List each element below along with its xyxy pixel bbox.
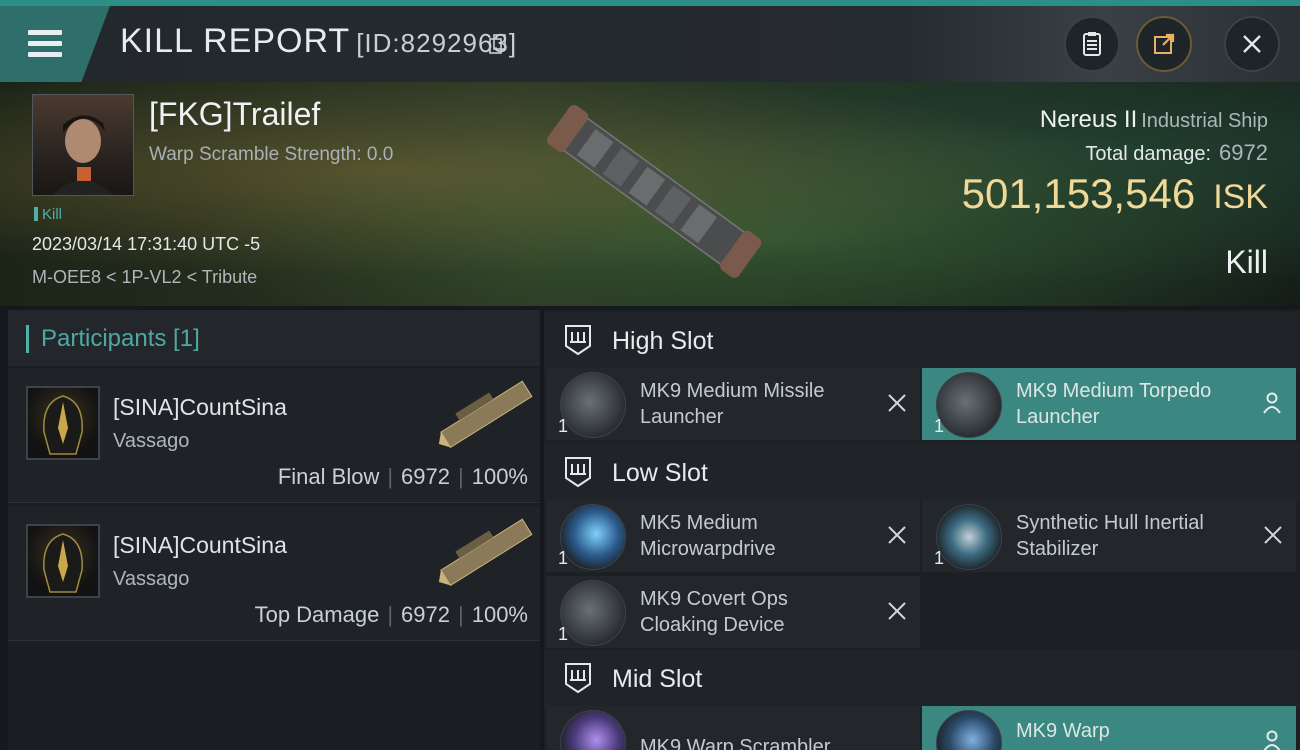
low-slot-header: Low Slot — [544, 444, 1300, 502]
close-button[interactable] — [1224, 16, 1280, 72]
participant-damage: 6972 — [401, 602, 450, 627]
victim-portrait[interactable] — [32, 94, 134, 196]
hamburger-menu-icon[interactable] — [28, 30, 62, 57]
result-label: Kill — [1225, 244, 1268, 280]
module-name: MK5 Medium Microwarpdrive — [640, 512, 776, 560]
module-name: MK9 Medium Missile Launcher — [640, 380, 825, 428]
kill-datetime: 2023/03/14 17:31:40 UTC -5 — [32, 234, 261, 254]
module-name: MK9 Warp — [1016, 720, 1110, 742]
warp-scrambler-icon — [560, 710, 626, 750]
share-button[interactable] — [1136, 16, 1192, 72]
module-qty: 1 — [934, 548, 945, 568]
high-slot-header: High Slot — [544, 312, 1300, 370]
module-item[interactable]: 1 MK5 Medium Microwarpdrive — [546, 500, 920, 572]
page-title: KILL REPORT [ID:8292963] — [120, 22, 518, 60]
participant-stats: Final Blow | 6972 | 100% — [277, 464, 528, 489]
participants-header: Participants [1] — [8, 310, 540, 366]
destroyed-x-icon — [888, 602, 906, 620]
participant-ship: Vassago — [113, 430, 190, 452]
victim-ship[interactable]: Nereus II Industrial Ship — [1040, 106, 1268, 134]
participant-ship-image[interactable] — [430, 512, 540, 592]
total-damage: Total damage: 6972 — [1085, 140, 1268, 166]
participant-card[interactable]: [SINA]CountSina Vassago Final Blow | 6972 |… — [8, 368, 540, 503]
module-qty: 1 — [558, 624, 569, 644]
cloaking-device-icon — [560, 580, 626, 646]
missile-launcher-icon — [560, 372, 626, 438]
kill-location[interactable]: M-OEE8 < 1P-VL2 < Tribute — [32, 267, 257, 288]
module-name: MK9 Covert Ops Cloaking Device — [640, 588, 788, 636]
module-qty: 1 — [934, 416, 945, 436]
inertial-stabilizer-icon — [936, 504, 1002, 570]
total-damage-label: Total damage: — [1085, 143, 1212, 165]
pilot-portrait-icon — [53, 115, 113, 195]
participant-name[interactable]: [SINA]CountSina — [113, 532, 287, 559]
torpedo-launcher-icon — [936, 372, 1002, 438]
copy-icon[interactable] — [489, 34, 507, 54]
participants-title: Participants [1] — [26, 325, 200, 353]
module-name: MK9 Medium Torpedo Launcher — [1016, 380, 1212, 428]
module-name: Synthetic Hull Inertial Stabilizer — [1016, 512, 1204, 560]
mid-slot-header: Mid Slot — [544, 650, 1300, 708]
hooded-pilot-icon — [43, 533, 83, 593]
kill-tag: Kill — [34, 206, 62, 223]
total-damage-value: 6972 — [1219, 140, 1268, 165]
participants-panel: Participants [1] [SINA]CountSina Vassago… — [8, 310, 540, 750]
destroyed-x-icon — [888, 526, 906, 544]
microwarpdrive-icon — [560, 504, 626, 570]
ship-class: Industrial Ship — [1141, 110, 1268, 132]
module-item[interactable]: 1 MK9 Medium Missile Launcher — [546, 368, 920, 440]
participant-damage: 6972 — [401, 464, 450, 489]
fitting-panel: High Slot 1 MK9 Medium Missile Launcher … — [544, 310, 1300, 750]
share-icon — [1154, 33, 1175, 54]
close-icon — [1243, 35, 1261, 53]
participant-percent: 100% — [471, 602, 528, 627]
clipboard-button[interactable] — [1064, 16, 1120, 72]
mid-slot-icon — [565, 663, 591, 694]
victim-name[interactable]: [FKG]Trailef — [149, 96, 320, 133]
participant-avatar[interactable] — [26, 386, 100, 460]
person-icon — [1263, 392, 1281, 414]
warp-scramble-strength: Warp Scramble Strength: 0.0 — [149, 144, 394, 165]
participant-ship-image[interactable] — [430, 374, 540, 454]
high-slot-icon — [565, 325, 591, 356]
isk-unit: ISK — [1213, 178, 1268, 216]
destroyed-x-icon — [1264, 526, 1282, 544]
low-slot-icon — [565, 457, 591, 488]
participant-percent: 100% — [471, 464, 528, 489]
module-item[interactable]: 1 Synthetic Hull Inertial Stabilizer — [922, 500, 1296, 572]
participant-name[interactable]: [SINA]CountSina — [113, 394, 287, 421]
participant-avatar[interactable] — [26, 524, 100, 598]
module-item[interactable]: 1 MK9 Covert Ops Cloaking Device — [546, 576, 920, 648]
module-item[interactable]: 1 MK9 Warp — [922, 706, 1296, 750]
participant-card[interactable]: [SINA]CountSina Vassago Top Damage | 6972 |… — [8, 506, 540, 641]
clipboard-icon — [1083, 32, 1101, 56]
participant-ship: Vassago — [113, 568, 190, 590]
module-qty: 1 — [558, 548, 569, 568]
isk-value: 501,153,546 ISK — [961, 170, 1268, 217]
participant-stats: Top Damage | 6972 | 100% — [254, 602, 528, 627]
ship-name: Nereus II — [1039, 106, 1138, 133]
module-name: MK9 Warp Scrambler — [640, 736, 831, 750]
module-qty: 1 — [558, 416, 569, 436]
high-slot-label: High Slot — [612, 327, 714, 355]
module-item[interactable]: 1 MK9 Warp Scrambler — [546, 706, 920, 750]
destroyed-x-icon — [888, 394, 906, 412]
participant-role: Top Damage — [254, 602, 380, 627]
participant-role: Final Blow — [277, 464, 380, 489]
hooded-pilot-icon — [43, 395, 83, 455]
mid-slot-label: Mid Slot — [612, 665, 703, 693]
person-icon — [1263, 730, 1281, 750]
low-slot-label: Low Slot — [612, 459, 708, 487]
warp-module-icon — [936, 710, 1002, 750]
module-item[interactable]: 1 MK9 Medium Torpedo Launcher — [922, 368, 1296, 440]
victim-ship-image[interactable] — [530, 92, 780, 292]
